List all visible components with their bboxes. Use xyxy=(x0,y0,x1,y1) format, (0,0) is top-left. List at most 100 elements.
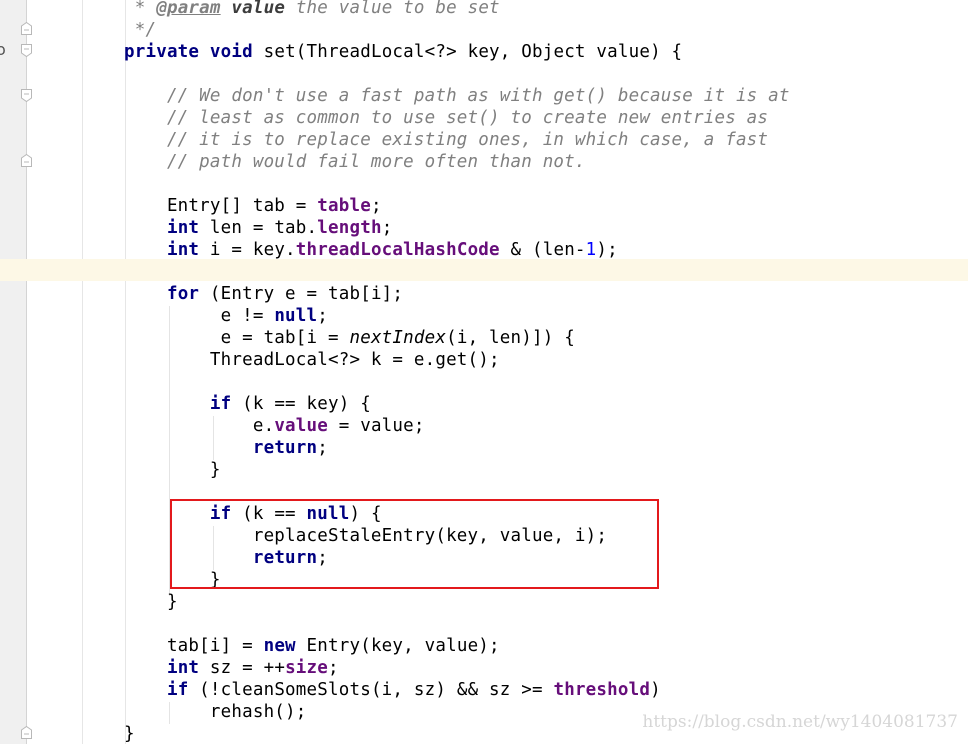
code-token: ; xyxy=(381,218,393,238)
code-token: threadLocalHashCode xyxy=(295,240,500,260)
gutter-separator xyxy=(82,0,83,744)
code-token: value xyxy=(274,416,328,436)
code-line[interactable]: ThreadLocal<?> k = e.get(); xyxy=(124,349,500,371)
code-line[interactable]: } xyxy=(124,591,178,613)
code-token: e. xyxy=(124,416,275,436)
code-token: (i, len)]) { xyxy=(446,328,575,348)
code-token: 1 xyxy=(585,240,597,260)
watermark: https://blog.csdn.net/wy1404081737 xyxy=(642,712,958,732)
code-line[interactable]: private void set(ThreadLocal<?> key, Obj… xyxy=(124,41,682,63)
code-line[interactable]: * @param value the value to be set xyxy=(124,0,500,19)
code-line[interactable]: Entry[] tab = table; xyxy=(124,195,382,217)
code-token: sz = ++ xyxy=(199,658,286,678)
code-line[interactable]: if (!cleanSomeSlots(i, sz) && sz >= thre… xyxy=(124,679,661,701)
code-token: ); xyxy=(596,240,618,260)
code-token: ThreadLocal<?> k = e.get(); xyxy=(124,350,500,370)
code-token: private xyxy=(124,42,200,62)
code-token: len = tab. xyxy=(199,218,318,238)
code-token: ; xyxy=(328,658,339,678)
fold-end-icon[interactable] xyxy=(21,726,32,739)
code-token: return xyxy=(252,438,318,458)
code-token: (Entry e = tab[i]; xyxy=(199,284,404,304)
code-token: i = key. xyxy=(199,240,296,260)
code-token: // it is to replace existing ones, in wh… xyxy=(124,130,769,150)
code-token: // path would fail more often than not. xyxy=(124,152,586,172)
code-token: ; xyxy=(370,196,382,216)
code-token: value xyxy=(231,0,286,18)
code-token: (!cleanSomeSlots(i, sz) && sz >= xyxy=(188,680,554,700)
fold-end-icon[interactable] xyxy=(21,154,32,167)
code-line[interactable]: // We don't use a fast path as with get(… xyxy=(124,85,790,107)
code-line[interactable]: tab[i] = new Entry(key, value); xyxy=(124,635,500,657)
code-token: if xyxy=(166,680,189,700)
fold-end-icon[interactable] xyxy=(21,22,32,35)
code-line[interactable]: // least as common to use set() to creat… xyxy=(124,107,768,129)
current-line-highlight xyxy=(0,259,968,281)
code-token: * xyxy=(124,0,157,18)
code-line[interactable]: */ xyxy=(124,19,156,41)
code-token: Entry[] tab = xyxy=(124,196,318,216)
code-token: @param xyxy=(156,0,221,18)
code-token: } xyxy=(124,724,135,744)
code-token: for xyxy=(166,284,200,304)
code-token: } xyxy=(124,592,178,612)
code-token: table xyxy=(317,196,371,216)
code-line[interactable]: rehash(); xyxy=(124,701,307,723)
code-token: nextIndex xyxy=(349,328,447,348)
code-line[interactable]: return; xyxy=(124,437,328,459)
line-number-gutter xyxy=(0,0,26,744)
code-token: ; xyxy=(317,306,329,326)
code-line[interactable]: e = tab[i = nextIndex(i, len)]) { xyxy=(124,327,575,349)
code-token: int xyxy=(166,658,200,678)
code-line[interactable]: if (k == key) { xyxy=(124,393,371,415)
code-token: length xyxy=(317,218,382,238)
code-token: ) xyxy=(650,680,661,700)
code-token: */ xyxy=(124,20,157,40)
fold-start-icon[interactable] xyxy=(21,89,32,102)
code-token: (k == key) { xyxy=(231,394,371,414)
code-line[interactable]: for (Entry e = tab[i]; xyxy=(124,283,403,305)
code-token: rehash(); xyxy=(124,702,307,722)
code-token: } xyxy=(124,460,221,480)
code-token: if xyxy=(209,394,232,414)
code-line[interactable]: // it is to replace existing ones, in wh… xyxy=(124,129,768,151)
code-token: tab[i] = xyxy=(124,636,264,656)
code-token: e != xyxy=(124,306,275,326)
code-token: the value to be set xyxy=(285,0,500,18)
code-token: Entry(key, value); xyxy=(295,636,500,656)
code-token: void xyxy=(209,42,253,62)
code-token: size xyxy=(285,658,329,678)
code-line[interactable]: int len = tab.length; xyxy=(124,217,392,239)
code-token: = value; xyxy=(328,416,425,436)
code-token: int xyxy=(166,240,200,260)
code-token: int xyxy=(166,218,200,238)
code-line[interactable]: int i = key.threadLocalHashCode & (len-1… xyxy=(124,239,618,261)
code-token: // least as common to use set() to creat… xyxy=(124,108,769,128)
code-line[interactable]: } xyxy=(124,459,221,481)
code-line[interactable]: e != null; xyxy=(124,305,328,327)
highlight-box xyxy=(170,499,659,589)
code-token: set(ThreadLocal<?> key, Object value) { xyxy=(252,42,683,62)
code-line[interactable]: int sz = ++size; xyxy=(124,657,339,679)
code-token: new xyxy=(263,636,296,656)
code-line[interactable]: e.value = value; xyxy=(124,415,425,437)
fold-start-icon[interactable] xyxy=(21,44,32,57)
code-token: ; xyxy=(317,438,329,458)
override-marker-icon[interactable]: o xyxy=(0,40,6,59)
code-line[interactable]: // path would fail more often than not. xyxy=(124,151,586,173)
gutter-border xyxy=(26,0,27,744)
code-token: e = tab[i = xyxy=(124,328,350,348)
code-token: & (len- xyxy=(499,240,586,260)
code-token: // We don't use a fast path as with get(… xyxy=(124,86,790,106)
code-line[interactable]: } xyxy=(124,723,135,745)
code-token: threshold xyxy=(553,680,651,700)
